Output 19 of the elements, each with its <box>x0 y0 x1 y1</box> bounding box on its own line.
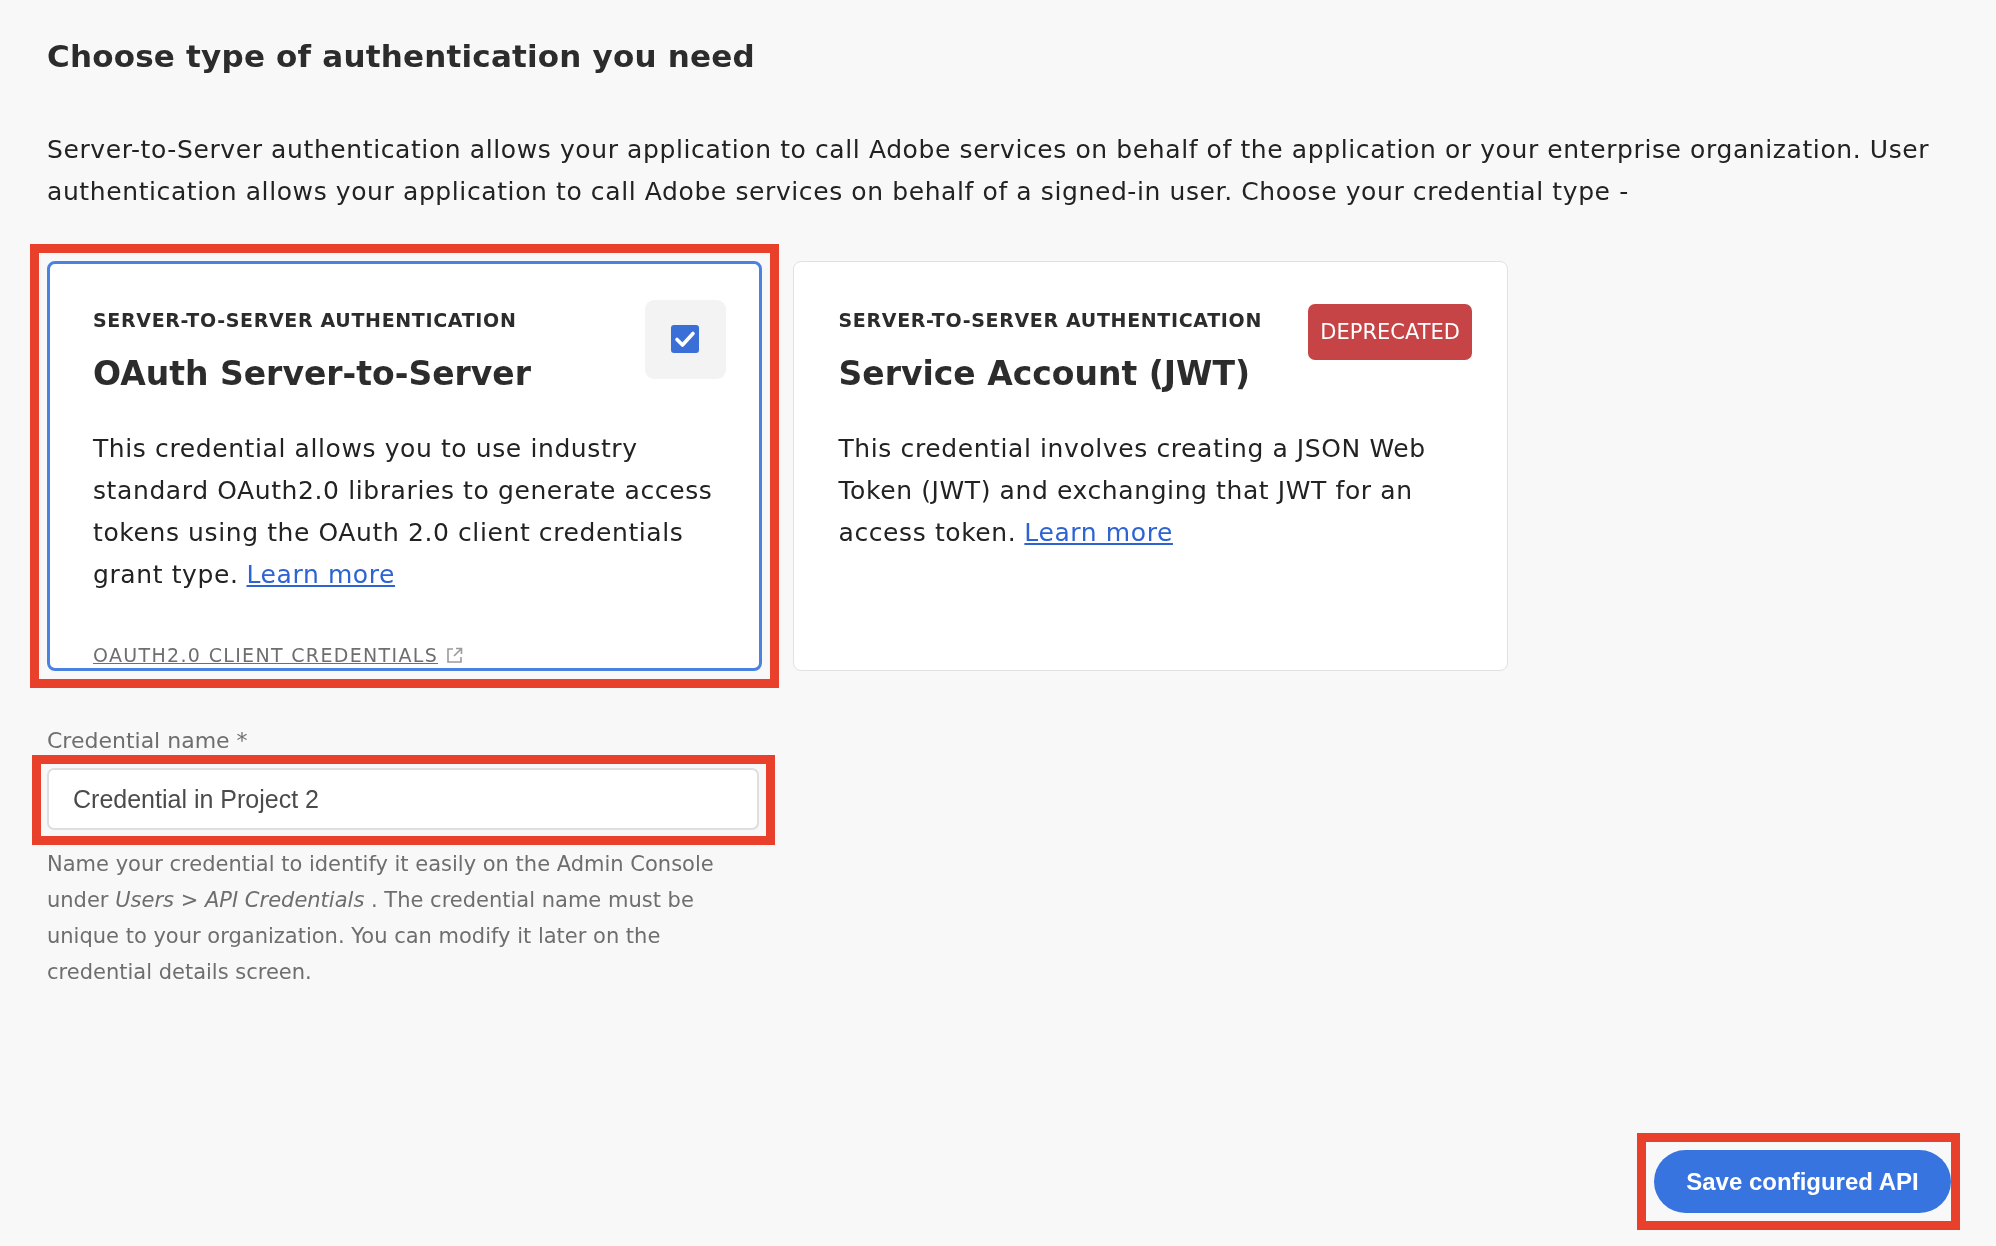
card-title: OAuth Server-to-Server <box>93 354 531 394</box>
external-link-icon <box>446 646 464 664</box>
card-title: Service Account (JWT) <box>838 353 1251 394</box>
save-button[interactable]: Save configured API <box>1654 1150 1951 1213</box>
card-eyebrow: SERVER-TO-SERVER AUTHENTICATION <box>93 308 517 332</box>
credential-name-field[interactable]: Credential in Project 2 <box>47 768 759 830</box>
client-credentials-link[interactable]: OAUTH2.0 CLIENT CREDENTIALS <box>93 643 464 667</box>
page-heading: Choose type of authentication you need <box>47 37 755 76</box>
credential-type-card[interactable]: SERVER-TO-SERVER AUTHENTICATION Service Account (JWT) DEPRECATED This credential involves creating a JSON Web Token (JWT) and exchanging that JWT for an access token. Learn more <box>793 261 1508 671</box>
card-description: This credential involves creating a JSON Web Token (JWT) and exchanging that JWT for an access token. Learn more <box>838 432 1427 549</box>
card-eyebrow: SERVER-TO-SERVER AUTHENTICATION <box>838 307 1262 332</box>
deprecated-badge: DEPRECATED <box>1308 303 1472 360</box>
intro-paragraph: Server-to-Server authentication allows your application to call Adobe services on behalf of the application or your enterprise organization. User authentication allows your application to call Adobe services on behalf of a signed-in user. Choose your credential type - <box>47 134 1931 208</box>
field-label: Credential name * <box>47 729 248 753</box>
card-description: This credential allows you to use industry standard OAuth2.0 libraries to generate access tokens using the OAuth 2.0 client credentials grant type. Learn more <box>93 433 714 591</box>
checkbox[interactable] <box>644 300 726 379</box>
help-text: Name your credential to identify it easily on the Admin Console under Users > API Credentials . The credential name must be unique to your organization. You can modify it later on the credential details screen. <box>47 851 715 986</box>
learn-more-link[interactable]: Learn more <box>246 560 396 589</box>
learn-more-link[interactable]: Learn more <box>1024 517 1173 547</box>
